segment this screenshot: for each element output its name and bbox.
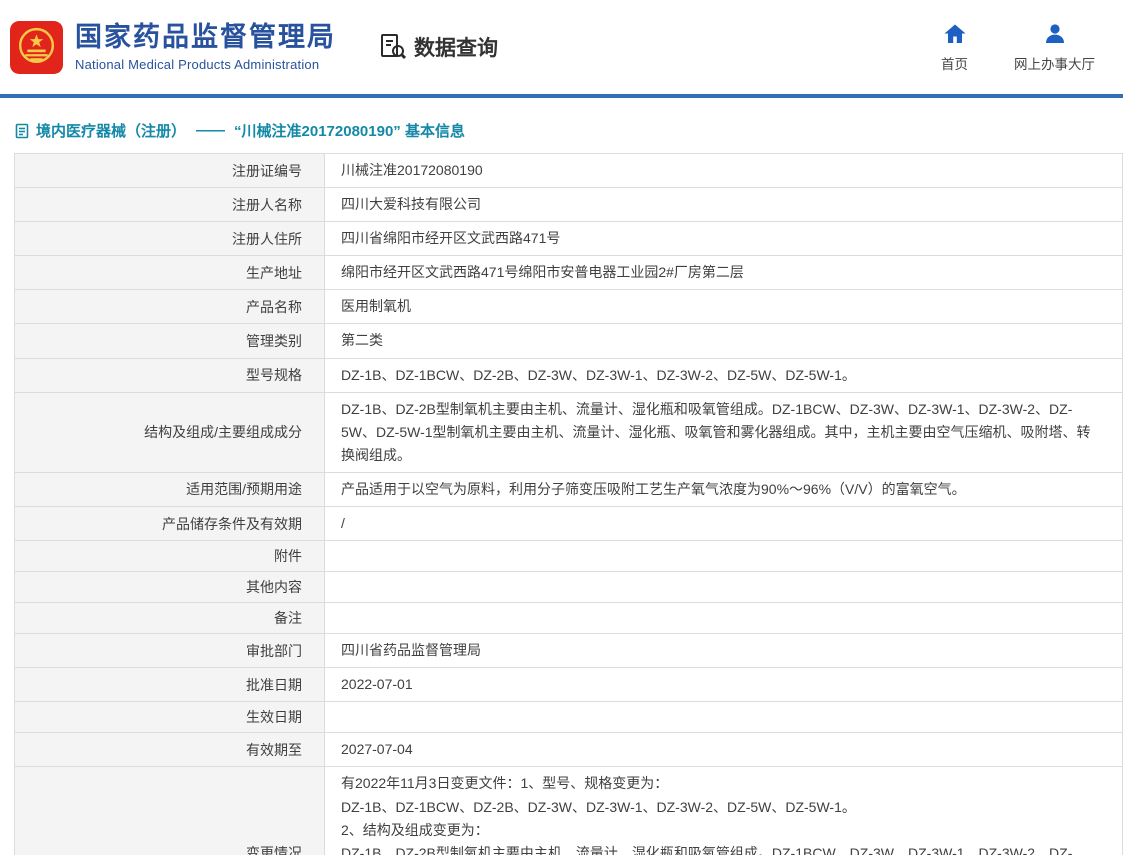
table-row-approval-date: 批准日期 2022-07-01 (15, 668, 1122, 702)
table-row-change-info: 变更情况 有2022年11月3日变更文件：1、型号、规格变更为： DZ-1B、D… (15, 767, 1122, 855)
document-icon (14, 123, 30, 139)
table-row-expiry-date: 有效期至 2027-07-04 (15, 733, 1122, 767)
header-divider (0, 94, 1123, 98)
row-label: 变更情况 (15, 767, 325, 855)
row-value (325, 702, 1122, 732)
row-value: 川械注准20172080190 (325, 154, 1122, 187)
row-label: 批准日期 (15, 668, 325, 701)
table-row-registrant-address: 注册人住所 四川省绵阳市经开区文武西路471号 (15, 222, 1122, 256)
row-value: 2022-07-01 (325, 668, 1122, 701)
table-row-remarks: 备注 (15, 603, 1122, 634)
page: 国家药品监督管理局 National Medical Products Admi… (0, 0, 1123, 855)
table-row-management-class: 管理类别 第二类 (15, 324, 1122, 358)
row-value: DZ-1B、DZ-1BCW、DZ-2B、DZ-3W、DZ-3W-1、DZ-3W-… (325, 359, 1122, 392)
row-label: 适用范围/预期用途 (15, 473, 325, 506)
org-name-cn: 国家药品监督管理局 (75, 22, 336, 53)
table-row-structure-composition: 结构及组成/主要组成成分 DZ-1B、DZ-2B型制氧机主要由主机、流量计、湿化… (15, 393, 1122, 473)
row-value (325, 603, 1122, 633)
row-value: / (325, 507, 1122, 540)
page-title: “川械注准20172080190” 基本信息 (234, 120, 465, 141)
table-row-cert-number: 注册证编号 川械注准20172080190 (15, 154, 1122, 188)
row-label: 产品名称 (15, 290, 325, 323)
row-label: 结构及组成/主要组成成分 (15, 393, 325, 472)
table-row-product-name: 产品名称 医用制氧机 (15, 290, 1122, 324)
row-value: 四川省绵阳市经开区文武西路471号 (325, 222, 1122, 255)
nav-home-label: 首页 (941, 53, 968, 73)
top-nav: 首页 网上办事大厅 (941, 22, 1095, 73)
row-value: 四川大爱科技有限公司 (325, 188, 1122, 221)
row-label: 注册人住所 (15, 222, 325, 255)
row-value (325, 541, 1122, 571)
table-row-approval-department: 审批部门 四川省药品监督管理局 (15, 634, 1122, 668)
table-row-intended-use: 适用范围/预期用途 产品适用于以空气为原料，利用分子筛变压吸附工艺生产氧气浓度为… (15, 473, 1122, 507)
row-value: 产品适用于以空气为原料，利用分子筛变压吸附工艺生产氧气浓度为90%～96%（V/… (325, 473, 1122, 506)
table-row-production-address: 生产地址 绵阳市经开区文武西路471号绵阳市安普电器工业园2#厂房第二层 (15, 256, 1122, 290)
row-value: 有2022年11月3日变更文件：1、型号、规格变更为： DZ-1B、DZ-1BC… (325, 767, 1122, 855)
table-row-attachments: 附件 (15, 541, 1122, 572)
nav-online-hall[interactable]: 网上办事大厅 (1014, 22, 1095, 73)
row-label: 其他内容 (15, 572, 325, 602)
row-value: 2027-07-04 (325, 733, 1122, 766)
row-label: 审批部门 (15, 634, 325, 667)
data-query-label: 数据查询 (414, 32, 498, 62)
row-value: 绵阳市经开区文武西路471号绵阳市安普电器工业园2#厂房第二层 (325, 256, 1122, 289)
nav-online-hall-label: 网上办事大厅 (1014, 53, 1095, 73)
national-emblem-logo (10, 21, 63, 74)
row-label: 附件 (15, 541, 325, 571)
row-label: 有效期至 (15, 733, 325, 766)
breadcrumb-separator: —— (196, 122, 224, 139)
person-icon (1043, 22, 1067, 46)
row-value: DZ-1B、DZ-2B型制氧机主要由主机、流量计、湿化瓶和吸氧管组成。DZ-1B… (325, 393, 1122, 472)
table-row-storage-conditions: 产品储存条件及有效期 / (15, 507, 1122, 541)
brand-text: 国家药品监督管理局 National Medical Products Admi… (75, 22, 336, 71)
row-value (325, 572, 1122, 602)
row-label: 管理类别 (15, 324, 325, 357)
table-row-other-content: 其他内容 (15, 572, 1122, 603)
registration-info-table: 注册证编号 川械注准20172080190 注册人名称 四川大爱科技有限公司 注… (14, 153, 1123, 855)
home-icon (943, 22, 967, 46)
row-value: 医用制氧机 (325, 290, 1122, 323)
breadcrumb-category[interactable]: 境内医疗器械（注册） (36, 120, 186, 141)
nav-home[interactable]: 首页 (941, 22, 968, 73)
row-label: 生产地址 (15, 256, 325, 289)
data-query-icon (378, 32, 408, 62)
row-label: 备注 (15, 603, 325, 633)
table-row-effective-date: 生效日期 (15, 702, 1122, 733)
row-value: 第二类 (325, 324, 1122, 357)
data-query-link[interactable]: 数据查询 (378, 32, 498, 62)
brand-logo-link[interactable]: 国家药品监督管理局 National Medical Products Admi… (10, 21, 336, 74)
row-label: 注册证编号 (15, 154, 325, 187)
row-label: 生效日期 (15, 702, 325, 732)
table-row-registrant-name: 注册人名称 四川大爱科技有限公司 (15, 188, 1122, 222)
row-label: 型号规格 (15, 359, 325, 392)
breadcrumb: 境内医疗器械（注册） —— “川械注准20172080190” 基本信息 (14, 120, 1109, 141)
row-label: 产品储存条件及有效期 (15, 507, 325, 540)
site-header: 国家药品监督管理局 National Medical Products Admi… (0, 0, 1123, 94)
table-row-model-spec: 型号规格 DZ-1B、DZ-1BCW、DZ-2B、DZ-3W、DZ-3W-1、D… (15, 359, 1122, 393)
org-name-en: National Medical Products Administration (75, 57, 336, 72)
row-value: 四川省药品监督管理局 (325, 634, 1122, 667)
row-label: 注册人名称 (15, 188, 325, 221)
